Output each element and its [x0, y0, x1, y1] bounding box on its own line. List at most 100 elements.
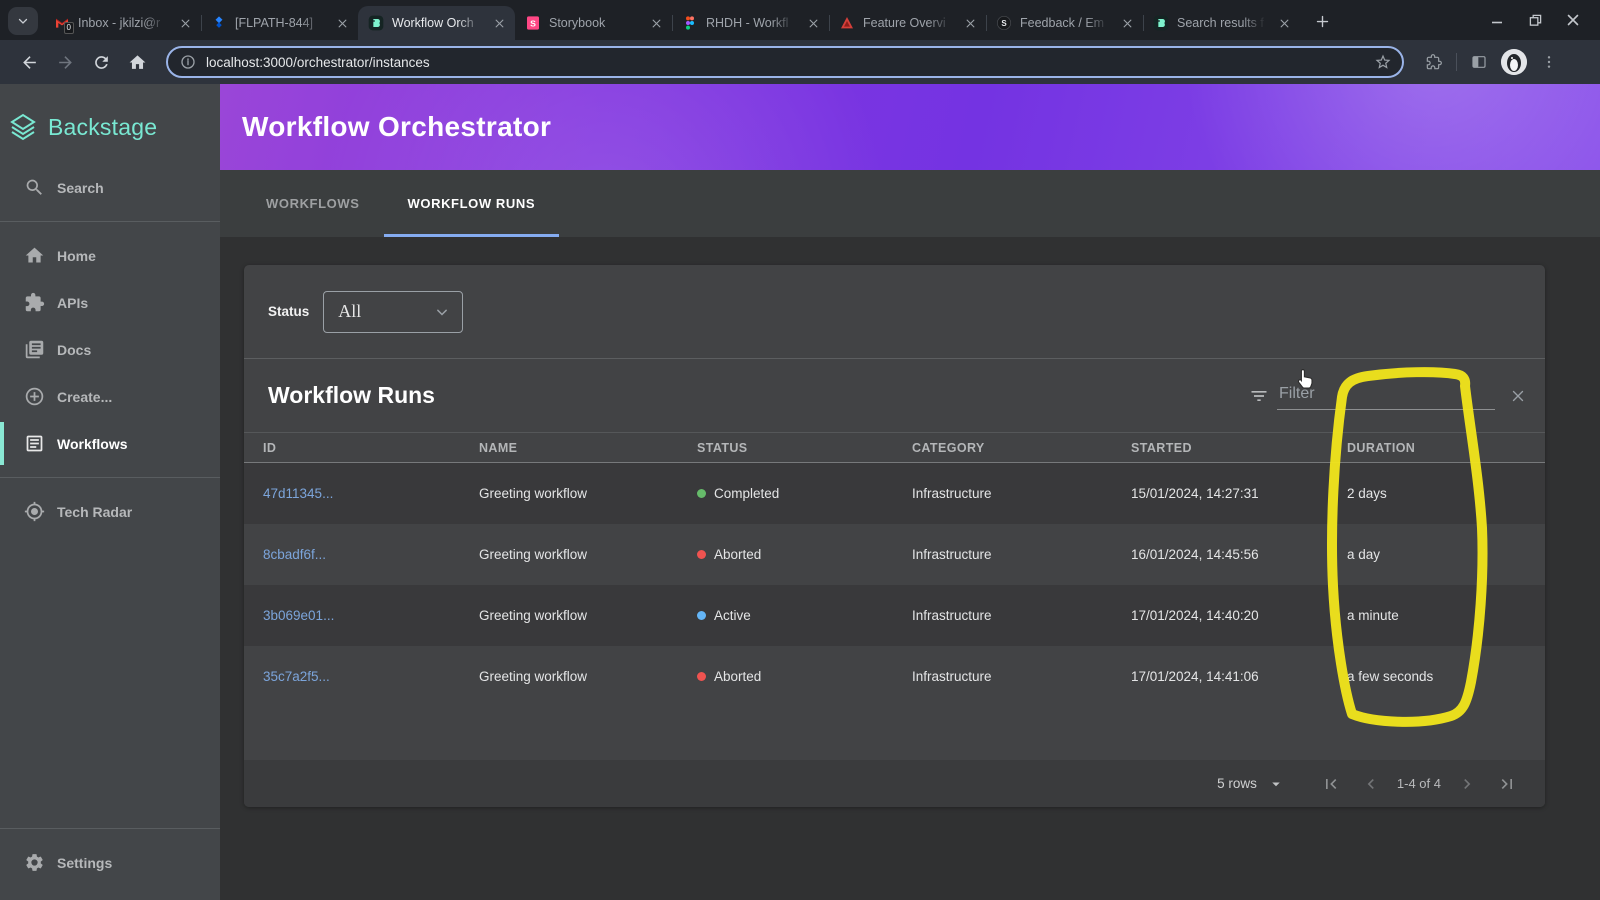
status-filter-label: Status [268, 304, 310, 319]
run-id-link[interactable]: 8cbadf6f... [244, 547, 460, 562]
status-dot [697, 611, 706, 620]
tech-radar-icon [24, 501, 45, 522]
run-duration: a few seconds [1347, 669, 1434, 684]
run-category: Infrastructure [912, 547, 992, 562]
column-header-id[interactable]: ID [244, 441, 460, 455]
gear-icon [24, 852, 45, 873]
forward-button[interactable] [50, 47, 80, 77]
tab-close-icon[interactable] [334, 15, 350, 31]
pagination-range: 1-4 of 4 [1396, 776, 1441, 791]
sidebar-item-home[interactable]: Home [0, 232, 220, 279]
rows-per-page-value: 5 rows [1217, 776, 1257, 791]
address-bar[interactable]: localhost:3000/orchestrator/instances [166, 46, 1404, 78]
next-page-button[interactable] [1447, 764, 1487, 804]
backstage-brand[interactable]: Backstage [0, 84, 220, 164]
feature-favicon [839, 15, 855, 31]
browser-tab-3[interactable]: Workflow Orch [358, 6, 515, 40]
create-icon [24, 386, 45, 407]
column-header-status[interactable]: STATUS [678, 441, 893, 455]
browser-tab-2[interactable]: [FLPATH-844] [201, 6, 358, 40]
toolbar-right [1426, 49, 1557, 75]
run-id-link[interactable]: 35c7a2f5... [244, 669, 460, 684]
gmail-favicon: 0 [54, 15, 74, 34]
sidebar-nav: Search Home APIs Docs Create... Workflows Tech… [0, 164, 220, 535]
minimize-button[interactable] [1482, 5, 1512, 35]
side-panel-icon[interactable] [1471, 54, 1487, 70]
browser-tab-5[interactable]: RHDH - Workfl [672, 6, 829, 40]
column-header-category[interactable]: CATEGORY [893, 441, 1112, 455]
chevron-down-icon [18, 18, 28, 24]
status-text: Active [714, 608, 751, 623]
column-header-duration[interactable]: DURATION [1328, 441, 1545, 455]
browser-tabs: 0 Inbox - jkilzi@r [FLPATH-844] Workflow Or… [44, 0, 1300, 40]
browser-tab-1[interactable]: 0 Inbox - jkilzi@r [44, 6, 201, 40]
storybook-favicon: S [525, 15, 541, 31]
tab-search-button[interactable] [8, 7, 38, 35]
browser-tab-6[interactable]: Feature Overvi [829, 6, 986, 40]
rows-per-page-select[interactable]: 5 rows [1217, 775, 1285, 793]
tab-close-icon[interactable] [1276, 15, 1292, 31]
tab-close-icon[interactable] [648, 15, 664, 31]
search-icon [24, 177, 45, 198]
gmail-badge: 0 [63, 22, 74, 34]
restore-icon [1529, 14, 1541, 26]
last-page-button[interactable] [1487, 764, 1527, 804]
close-window-button[interactable] [1558, 5, 1588, 35]
browser-tab-8[interactable]: Search results f [1143, 6, 1300, 40]
tab-title: Inbox - jkilzi@r [78, 16, 161, 30]
tab-close-icon[interactable] [177, 15, 193, 31]
bookmark-star-icon[interactable] [1374, 53, 1392, 71]
tab-close-icon[interactable] [1119, 15, 1135, 31]
browser-tab-4[interactable]: S Storybook [515, 6, 672, 40]
divider [0, 221, 220, 222]
forward-icon [58, 55, 72, 69]
sidebar-item-search[interactable]: Search [0, 164, 220, 211]
restore-button[interactable] [1520, 5, 1550, 35]
table-filter-input[interactable] [1277, 381, 1495, 410]
sidebar-item-label: APIs [57, 294, 89, 311]
status-dot [697, 489, 706, 498]
docs-icon [24, 339, 45, 360]
tab-close-icon[interactable] [491, 15, 507, 31]
url-text[interactable]: localhost:3000/orchestrator/instances [206, 55, 1364, 70]
backstage-logo-icon [6, 110, 40, 144]
tab-close-icon[interactable] [962, 15, 978, 31]
profile-avatar[interactable] [1501, 49, 1527, 75]
sidebar-item-label: Docs [57, 341, 92, 358]
sidebar-item-workflows[interactable]: Workflows [0, 420, 220, 467]
sidebar-item-create[interactable]: Create... [0, 373, 220, 420]
column-header-started[interactable]: STARTED [1112, 441, 1328, 455]
status-dot [697, 550, 706, 559]
site-info-icon[interactable] [180, 54, 196, 70]
page-title: Workflow Orchestrator [242, 111, 552, 142]
workflows-icon [24, 433, 45, 454]
apis-icon [24, 292, 45, 313]
extensions-icon[interactable] [1426, 54, 1442, 70]
sidebar-item-label: Workflows [57, 435, 128, 452]
previous-page-button[interactable] [1351, 764, 1391, 804]
tab-workflows[interactable]: WORKFLOWS [242, 170, 384, 237]
browser-menu-icon[interactable] [1541, 54, 1557, 70]
new-tab-button[interactable] [1308, 7, 1336, 35]
run-id-link[interactable]: 3b069e01... [244, 608, 460, 623]
run-id-link[interactable]: 47d11345... [244, 486, 460, 501]
toolbar-separator [1456, 53, 1457, 71]
figma-favicon [682, 15, 698, 31]
tab-workflow-runs[interactable]: WORKFLOW RUNS [383, 170, 560, 237]
tab-title: Workflow Orch [392, 16, 474, 30]
back-button[interactable] [14, 47, 44, 77]
sidebar-item-settings[interactable]: Settings [0, 839, 220, 886]
backstage-favicon [1153, 15, 1169, 31]
first-page-button[interactable] [1311, 764, 1351, 804]
column-header-name[interactable]: NAME [460, 441, 678, 455]
reload-button[interactable] [86, 47, 116, 77]
clear-filter-icon[interactable] [1509, 387, 1527, 405]
sidebar-item-tech-radar[interactable]: Tech Radar [0, 488, 220, 535]
home-button[interactable] [122, 47, 152, 77]
filter-icon [1251, 390, 1267, 401]
sidebar-item-docs[interactable]: Docs [0, 326, 220, 373]
browser-tab-7[interactable]: S Feedback / Em [986, 6, 1143, 40]
sidebar-item-apis[interactable]: APIs [0, 279, 220, 326]
status-select[interactable]: All [323, 290, 464, 333]
tab-close-icon[interactable] [805, 15, 821, 31]
